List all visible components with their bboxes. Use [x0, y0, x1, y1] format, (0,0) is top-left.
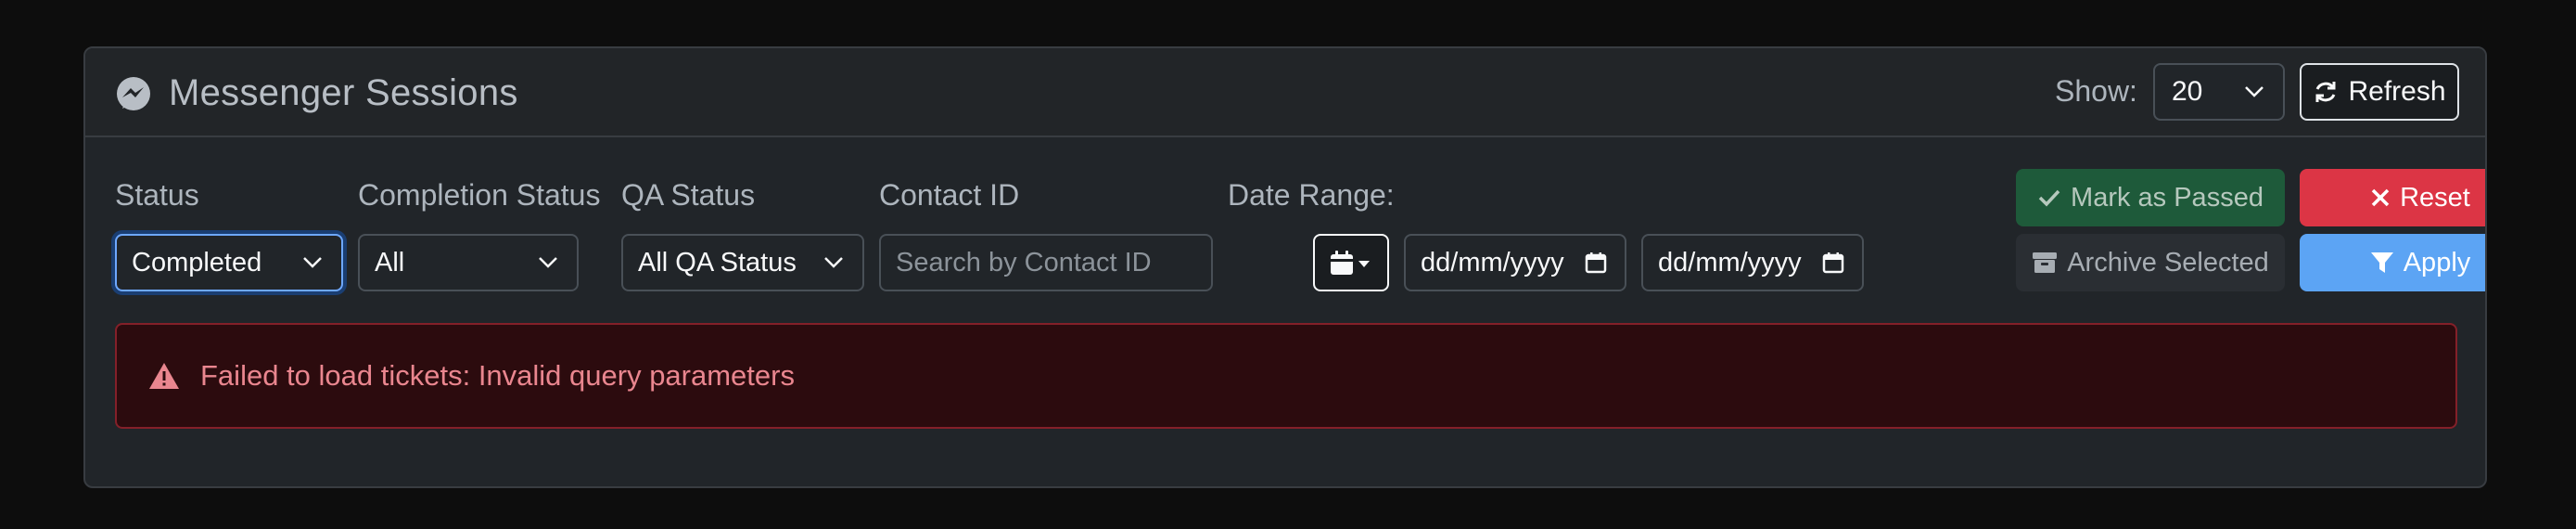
error-alert: Failed to load tickets: Invalid query pa… [115, 323, 2457, 429]
mark-as-passed-button[interactable]: Mark as Passed [2016, 169, 2285, 226]
title-group: Messenger Sessions [115, 72, 518, 114]
card-header: Messenger Sessions Show: 20 Refresh [85, 48, 2485, 137]
archive-selected-label: Archive Selected [2067, 247, 2269, 277]
status-select[interactable]: Completed [115, 234, 343, 291]
chevron-down-icon [824, 257, 843, 268]
apply-button[interactable]: Apply [2300, 234, 2485, 291]
chevron-down-icon [539, 257, 557, 268]
calendar-icon [1331, 251, 1370, 275]
page-size-select[interactable]: 20 [2153, 63, 2285, 121]
completion-status-label: Completion Status [358, 178, 601, 212]
archive-icon [2033, 252, 2058, 273]
chevron-down-icon [2245, 86, 2264, 97]
date-preset-dropdown-button[interactable] [1313, 234, 1389, 291]
warning-icon [149, 363, 179, 389]
qa-status-value: All QA Status [638, 247, 797, 277]
completion-status-value: All [375, 247, 405, 277]
contact-id-input[interactable]: Search by Contact ID [879, 234, 1213, 291]
refresh-button[interactable]: Refresh [2300, 63, 2459, 121]
messenger-sessions-card: Messenger Sessions Show: 20 Refresh Stat… [83, 46, 2487, 488]
date-to-input[interactable]: dd/mm/yyyy [1641, 234, 1864, 291]
status-label: Status [115, 178, 199, 212]
qa-status-select[interactable]: All QA Status [621, 234, 864, 291]
refresh-icon [2315, 82, 2336, 102]
mark-as-passed-label: Mark as Passed [2071, 182, 2264, 213]
apply-label: Apply [2403, 247, 2471, 277]
check-icon [2038, 189, 2060, 207]
calendar-icon[interactable] [1584, 251, 1608, 275]
date-range-label: Date Range: [1228, 178, 1395, 212]
show-label: Show: [2055, 74, 2137, 108]
archive-selected-button[interactable]: Archive Selected [2016, 234, 2285, 291]
chevron-down-icon [303, 257, 322, 268]
calendar-icon[interactable] [1821, 251, 1845, 275]
reset-label: Reset [2400, 182, 2470, 213]
page-size-value: 20 [2172, 76, 2203, 107]
contact-id-label: Contact ID [879, 178, 1020, 212]
status-value: Completed [132, 247, 262, 277]
completion-status-select[interactable]: All [358, 234, 579, 291]
error-message: Failed to load tickets: Invalid query pa… [200, 359, 795, 392]
qa-status-label: QA Status [621, 178, 756, 212]
reset-button[interactable]: Reset [2300, 169, 2485, 226]
date-from-placeholder: dd/mm/yyyy [1421, 247, 1564, 277]
messenger-icon [117, 76, 150, 110]
page-title: Messenger Sessions [169, 72, 518, 113]
date-from-input[interactable]: dd/mm/yyyy [1404, 234, 1626, 291]
refresh-label: Refresh [2348, 76, 2446, 107]
filter-icon [2370, 252, 2393, 273]
contact-id-placeholder: Search by Contact ID [896, 247, 1152, 277]
date-to-placeholder: dd/mm/yyyy [1658, 247, 1802, 277]
close-icon [2371, 188, 2390, 207]
